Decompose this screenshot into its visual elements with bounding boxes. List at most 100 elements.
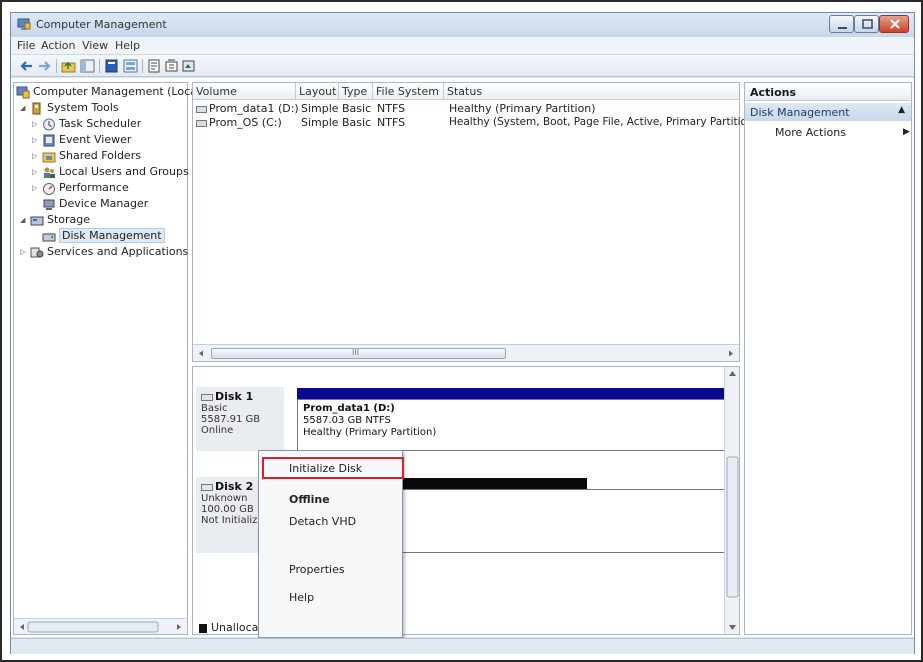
tree-item-label: System Tools <box>47 101 119 114</box>
disk-icon <box>201 393 213 401</box>
layout-cell: Simple <box>301 102 339 115</box>
disk-management-icon <box>42 233 56 241</box>
collapse-arrow-icon[interactable]: ◢ <box>20 216 30 224</box>
status-bar <box>11 638 914 654</box>
refresh-icon[interactable] <box>181 59 196 73</box>
tree-horizontal-scrollbar[interactable] <box>14 618 187 634</box>
volume-cell: Prom_OS (C:) <box>196 116 282 129</box>
tree-item-shared-folders[interactable]: ▷ Shared Folders <box>32 149 141 164</box>
actions-group-disk-management[interactable]: Disk Management ▲ <box>745 103 911 121</box>
tree-item-label: Storage <box>47 213 91 226</box>
toolbar-separator <box>142 59 143 73</box>
volume-cell: Prom_data1 (D:) <box>196 102 299 115</box>
expand-arrow-icon[interactable]: ▷ <box>32 120 42 128</box>
tree-item-label: Task Scheduler <box>59 117 142 130</box>
close-button[interactable] <box>879 15 909 33</box>
console-tree: Computer Management (Local ◢ System Tools… <box>13 82 200 635</box>
settings-icon[interactable] <box>164 59 179 73</box>
forward-arrow-icon[interactable] <box>37 59 52 73</box>
scrollbar-arrows-icon <box>726 371 739 630</box>
menu-item-offline[interactable]: Offline <box>289 493 330 506</box>
disk-1-state: Online <box>201 425 234 436</box>
tree-item-label: Computer Management (Local <box>33 85 200 98</box>
properties-icon[interactable] <box>104 59 119 73</box>
clock-icon <box>43 118 55 130</box>
actions-pane: Actions Disk Management ▲ More Actions ▶ <box>744 82 912 635</box>
partition-size: 5587.03 GB NTFS <box>303 415 391 426</box>
computer-management-icon <box>16 86 30 98</box>
collapse-arrow-icon[interactable]: ◢ <box>20 104 30 112</box>
legend-unallocated: Unallocat <box>199 621 263 634</box>
disk-icon <box>201 483 213 491</box>
tree-item-device-manager[interactable]: Device Manager <box>42 197 148 212</box>
menu-view[interactable]: View <box>82 39 108 52</box>
export-list-icon[interactable] <box>147 59 162 73</box>
tree-item-task-scheduler[interactable]: ▷ Task Scheduler <box>32 117 141 132</box>
toolbar-separator <box>99 59 100 73</box>
disk-view-vertical-scrollbar[interactable] <box>724 367 739 634</box>
volume-icon <box>196 119 207 127</box>
volume-list-header: Volume Layout Type File System Status <box>193 83 739 100</box>
tree-item-local-users[interactable]: ▷ Local Users and Groups <box>32 165 189 180</box>
screenshot-frame: Computer Management File Action View Hel… <box>0 0 923 662</box>
expand-arrow-icon[interactable]: ▷ <box>32 152 42 160</box>
back-arrow-icon[interactable] <box>19 59 34 73</box>
expand-arrow-icon[interactable]: ▷ <box>32 184 42 192</box>
scroll-left-icon[interactable] <box>193 345 209 362</box>
column-header-file-system[interactable]: File System <box>373 83 444 100</box>
tree-item-services-applications[interactable]: ▷ Services and Applications <box>20 245 188 260</box>
menu-item-detach-vhd[interactable]: Detach VHD <box>289 515 356 528</box>
column-header-volume[interactable]: Volume <box>193 83 296 100</box>
tree-item-storage[interactable]: ◢ Storage <box>20 213 90 228</box>
device-manager-icon <box>43 199 55 210</box>
column-header-type[interactable]: Type <box>339 83 373 100</box>
collapse-up-icon[interactable]: ▲ <box>898 105 905 115</box>
volume-list-horizontal-scrollbar[interactable]: III <box>193 344 739 361</box>
menu-bar: File Action View Help <box>11 37 914 55</box>
tree-item-system-tools[interactable]: ◢ System Tools <box>20 101 119 116</box>
unallocated-swatch <box>199 623 207 633</box>
disk-context-menu: Initialize Disk Offline Detach VHD Prope… <box>258 450 404 638</box>
event-viewer-icon <box>43 134 55 146</box>
column-header-status[interactable]: Status <box>444 83 739 100</box>
menu-item-initialize-disk[interactable]: Initialize Disk <box>289 462 362 475</box>
column-header-layout[interactable]: Layout <box>296 83 339 100</box>
tree-item-performance[interactable]: ▷ Performance <box>32 181 129 196</box>
tree-item-event-viewer[interactable]: ▷ Event Viewer <box>32 133 131 148</box>
disk-1-partition[interactable]: Prom_data1 (D:) 5587.03 GB NTFS Healthy … <box>297 399 725 451</box>
menu-item-properties[interactable]: Properties <box>289 563 345 576</box>
tree-item-label: Performance <box>59 181 129 194</box>
up-folder-icon[interactable] <box>61 59 76 73</box>
tools-icon <box>32 102 41 114</box>
volume-list: Volume Layout Type File System Status Pr… <box>192 82 758 362</box>
more-actions-link[interactable]: More Actions <box>775 126 846 139</box>
disk-1-partition-bar <box>297 388 725 399</box>
scrollbar-thumb[interactable]: III <box>211 348 506 359</box>
expand-arrow-icon[interactable]: ▷ <box>32 168 42 176</box>
help-icon[interactable] <box>123 59 138 73</box>
menu-item-help[interactable]: Help <box>289 591 314 604</box>
tree-item-disk-management[interactable]: Disk Management <box>42 228 165 244</box>
show-hide-tree-icon[interactable] <box>80 59 95 73</box>
title-bar[interactable]: Computer Management <box>11 13 914 37</box>
actions-title: Actions <box>745 83 911 101</box>
tree-item-label: Local Users and Groups <box>59 165 189 178</box>
partition-status: Healthy (Primary Partition) <box>303 427 437 438</box>
shared-folder-icon <box>42 152 56 162</box>
disk-1-type: Basic <box>201 403 228 414</box>
submenu-arrow-icon[interactable]: ▶ <box>903 127 910 137</box>
disk-1-info[interactable]: Disk 1 Basic 5587.91 GB Online <box>196 387 284 451</box>
maximize-button[interactable] <box>854 15 879 33</box>
menu-action[interactable]: Action <box>41 39 75 52</box>
tree-item-computer-management[interactable]: Computer Management (Local <box>16 85 200 100</box>
volume-icon <box>196 105 207 113</box>
scroll-right-icon[interactable] <box>723 345 739 362</box>
disk-1-title: Disk 1 <box>201 390 279 403</box>
minimize-button[interactable] <box>829 15 854 33</box>
menu-file[interactable]: File <box>17 39 35 52</box>
scrollbar-grip: III <box>352 348 360 357</box>
expand-arrow-icon[interactable]: ▷ <box>20 248 30 256</box>
expand-arrow-icon[interactable]: ▷ <box>32 136 42 144</box>
menu-help[interactable]: Help <box>115 39 140 52</box>
users-icon <box>44 167 55 178</box>
